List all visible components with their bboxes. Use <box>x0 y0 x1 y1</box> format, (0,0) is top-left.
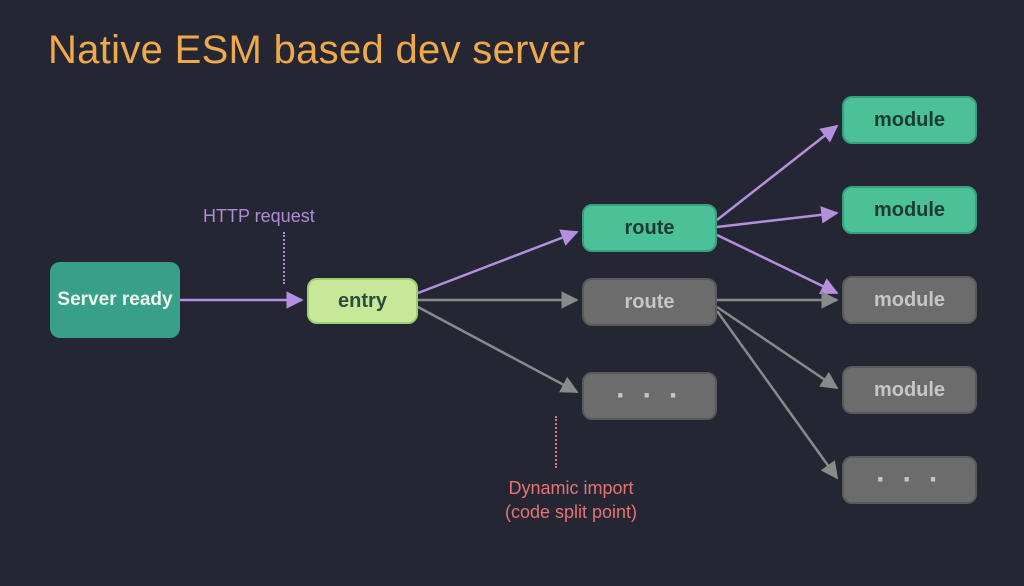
annotation-dynamic-dotted-line <box>555 416 557 468</box>
edge-route-active-module-b <box>717 213 837 227</box>
node-module-b: module <box>842 186 977 234</box>
edge-route-active-module-c <box>717 235 837 293</box>
node-module-d: module <box>842 366 977 414</box>
node-route-more: · · · <box>582 372 717 420</box>
annotation-dynamic-import-line1: Dynamic import <box>508 478 633 498</box>
edge-route-inactive-module-more <box>717 311 837 478</box>
edge-route-active-module-a <box>717 126 837 220</box>
edge-entry-route-active <box>418 232 577 293</box>
diagram-stage: Native ESM based dev server <box>0 0 1024 586</box>
node-module-c: module <box>842 276 977 324</box>
annotation-http-dotted-line <box>283 232 285 284</box>
node-route-active: route <box>582 204 717 252</box>
node-route-inactive: route <box>582 278 717 326</box>
annotation-http-request: HTTP request <box>203 204 315 228</box>
annotation-dynamic-import-line2: (code split point) <box>505 502 637 522</box>
node-server-ready: Server ready <box>50 262 180 338</box>
page-title: Native ESM based dev server <box>48 28 585 73</box>
annotation-dynamic-import: Dynamic import (code split point) <box>486 476 656 525</box>
node-entry: entry <box>307 278 418 324</box>
node-module-more: · · · <box>842 456 977 504</box>
edge-route-inactive-module-d <box>717 307 837 388</box>
edge-entry-route-more <box>418 307 577 392</box>
node-module-a: module <box>842 96 977 144</box>
